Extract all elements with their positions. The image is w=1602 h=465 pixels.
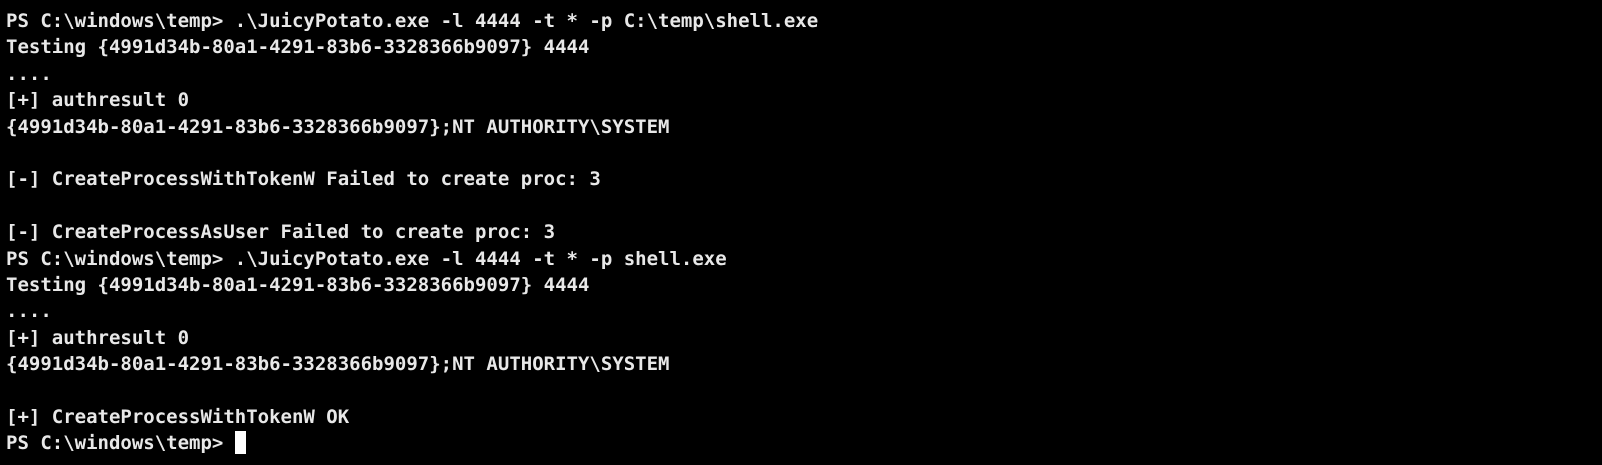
output-line: [+] authresult 0 <box>6 326 190 349</box>
output-line: .... <box>6 62 52 85</box>
output-line: Testing {4991d34b-80a1-4291-83b6-3328366… <box>6 36 590 59</box>
output-line: [-] CreateProcessAsUser Failed to create… <box>6 221 556 244</box>
output-line: Testing {4991d34b-80a1-4291-83b6-3328366… <box>6 273 590 296</box>
output-line: {4991d34b-80a1-4291-83b6-3328366b9097};N… <box>6 353 670 376</box>
text-cursor <box>234 431 246 455</box>
output-line: [+] CreateProcessWithTokenW OK <box>6 405 350 428</box>
output-line: PS C:\windows\temp> .\JuicyPotato.exe -l… <box>6 10 819 32</box>
output-line: {4991d34b-80a1-4291-83b6-3328366b9097};N… <box>6 115 670 138</box>
shell-prompt: PS C:\windows\temp> <box>6 432 235 455</box>
output-line: [+] authresult 0 <box>6 89 190 112</box>
output-line: [-] CreateProcessWithTokenW Failed to cr… <box>6 168 601 191</box>
output-line: .... <box>6 300 52 323</box>
terminal-window[interactable]: PS C:\windows\temp> .\JuicyPotato.exe -l… <box>0 0 1602 465</box>
output-line: PS C:\windows\temp> .\JuicyPotato.exe -l… <box>6 247 727 270</box>
current-prompt-line[interactable]: PS C:\windows\temp> <box>6 430 1602 456</box>
